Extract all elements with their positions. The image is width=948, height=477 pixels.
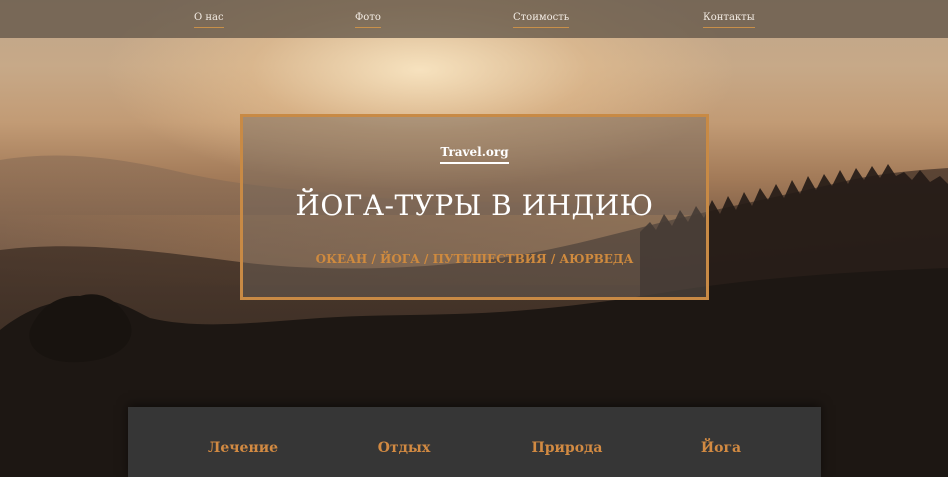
page-title: ЙОГА-ТУРЫ В ИНДИЮ xyxy=(295,189,654,222)
hero-title-box: Travel.org ЙОГА-ТУРЫ В ИНДИЮ ОКЕАН / ЙОГ… xyxy=(240,114,709,300)
feature-nature[interactable]: Природа xyxy=(532,440,603,456)
feature-yoga[interactable]: Йога xyxy=(701,440,741,456)
nav-link-photos[interactable]: Фото xyxy=(355,12,381,28)
nav-link-contacts[interactable]: Контакты xyxy=(703,12,755,28)
nav-link-pricing[interactable]: Стоимость xyxy=(513,12,570,28)
top-navigation: О нас Фото Стоимость Контакты xyxy=(0,0,948,38)
brand-logo[interactable]: Travel.org xyxy=(243,145,706,164)
feature-healing[interactable]: Лечение xyxy=(208,440,278,456)
brand-logo-text[interactable]: Travel.org xyxy=(440,145,509,164)
features-panel: Лечение Отдых Природа Йога xyxy=(128,407,821,477)
feature-rest[interactable]: Отдых xyxy=(378,440,431,456)
nav-link-about[interactable]: О нас xyxy=(194,12,224,28)
page-subtitle: ОКЕАН / ЙОГА / ПУТЕШЕСТВИЯ / АЮРВЕДА xyxy=(315,252,634,266)
